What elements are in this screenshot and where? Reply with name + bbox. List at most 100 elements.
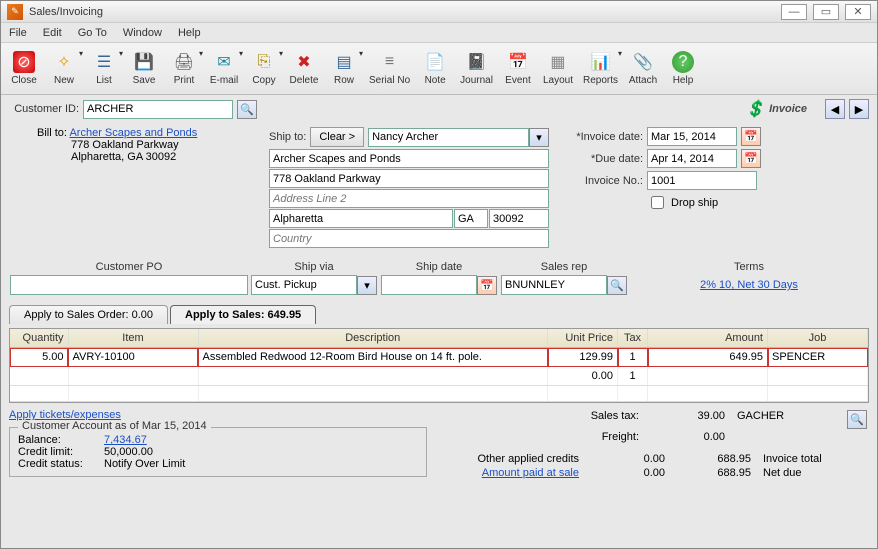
- toolbar-attach[interactable]: 📎Attach: [624, 45, 662, 93]
- credit-status-label: Credit status:: [18, 458, 98, 470]
- table-row[interactable]: 5.00 AVRY-10100 Assembled Redwood 12-Roo…: [10, 348, 868, 367]
- sales-rep-input[interactable]: [501, 275, 607, 295]
- ship-to-city-input[interactable]: [269, 209, 453, 228]
- ship-date-calendar-button[interactable]: 📅: [477, 276, 497, 295]
- row-icon: ▤: [333, 51, 355, 73]
- next-record-button[interactable]: ▶: [849, 99, 869, 119]
- sales-tax-lookup-button[interactable]: 🔍: [847, 410, 867, 429]
- invoice-no-input[interactable]: [647, 171, 757, 190]
- menubar: File Edit Go To Window Help: [1, 23, 877, 43]
- ship-to-company-input[interactable]: [269, 149, 549, 168]
- sales-rep-lookup-button[interactable]: 🔍: [607, 276, 627, 295]
- invoice-date-input[interactable]: [647, 127, 737, 146]
- menu-window[interactable]: Window: [123, 27, 162, 39]
- menu-help[interactable]: Help: [178, 27, 201, 39]
- customer-id-input[interactable]: [83, 100, 233, 119]
- ship-to-zip-input[interactable]: [489, 209, 549, 228]
- table-row[interactable]: 0.00 1: [10, 367, 868, 386]
- customer-id-label: Customer ID:: [9, 103, 79, 115]
- col-item[interactable]: Item: [68, 329, 198, 348]
- tab-apply-sales-order[interactable]: Apply to Sales Order: 0.00: [9, 305, 168, 324]
- ship-date-input[interactable]: [381, 275, 477, 295]
- menu-goto[interactable]: Go To: [78, 27, 107, 39]
- search-icon: 🔍: [240, 103, 254, 116]
- toolbar: ⊘Close ✧New▾ ☰List▾ 💾Save 🖨Print▾ ✉E-mai…: [1, 43, 877, 95]
- search-icon: 🔍: [610, 279, 624, 292]
- customer-po-input[interactable]: [10, 275, 248, 295]
- ship-to-dropdown-button[interactable]: ▾: [529, 128, 549, 147]
- maximize-button[interactable]: ▭: [813, 4, 839, 20]
- toolbar-note[interactable]: 📄Note: [416, 45, 454, 93]
- due-date-calendar-button[interactable]: 📅: [741, 149, 761, 168]
- col-description[interactable]: Description: [198, 329, 548, 348]
- toolbar-journal[interactable]: 📓Journal: [456, 45, 497, 93]
- menu-file[interactable]: File: [9, 27, 27, 39]
- save-icon: 💾: [133, 51, 155, 73]
- credit-limit-label: Credit limit:: [18, 446, 98, 458]
- col-quantity[interactable]: Quantity: [10, 329, 68, 348]
- col-unit-price[interactable]: Unit Price: [548, 329, 618, 348]
- close-window-button[interactable]: ✕: [845, 4, 871, 20]
- ship-to-country-input[interactable]: [269, 229, 549, 248]
- toolbar-reports[interactable]: 📊Reports▾: [579, 45, 622, 93]
- toolbar-save[interactable]: 💾Save: [125, 45, 163, 93]
- toolbar-close[interactable]: ⊘Close: [5, 45, 43, 93]
- minimize-button[interactable]: —: [781, 4, 807, 20]
- customer-po-header: Customer PO: [96, 261, 163, 273]
- due-date-input[interactable]: [647, 149, 737, 168]
- col-amount[interactable]: Amount: [648, 329, 768, 348]
- toolbar-layout[interactable]: ▦Layout: [539, 45, 577, 93]
- freight-label: Freight:: [499, 431, 639, 443]
- col-tax[interactable]: Tax: [618, 329, 648, 348]
- toolbar-event[interactable]: 📅Event: [499, 45, 537, 93]
- toolbar-print[interactable]: 🖨Print▾: [165, 45, 203, 93]
- ship-to-addr2-input[interactable]: [269, 189, 549, 208]
- ship-to-state-input[interactable]: [454, 209, 488, 228]
- customer-lookup-button[interactable]: 🔍: [237, 100, 257, 119]
- toolbar-list[interactable]: ☰List▾: [85, 45, 123, 93]
- triangle-right-icon: ▶: [855, 103, 863, 116]
- toolbar-new[interactable]: ✧New▾: [45, 45, 83, 93]
- credit-limit-value: 50,000.00: [104, 446, 153, 458]
- drop-ship-checkbox[interactable]: [651, 196, 664, 209]
- col-job[interactable]: Job: [768, 329, 868, 348]
- terms-link[interactable]: 2% 10, Net 30 Days: [700, 279, 798, 291]
- toolbar-row[interactable]: ▤Row▾: [325, 45, 363, 93]
- ship-to-addr1-input[interactable]: [269, 169, 549, 188]
- prev-record-button[interactable]: ◀: [825, 99, 845, 119]
- event-icon: 📅: [507, 51, 529, 73]
- other-credits-label: Other applied credits: [439, 453, 579, 465]
- journal-icon: 📓: [466, 51, 488, 73]
- bill-to-name-link[interactable]: Archer Scapes and Ponds: [69, 127, 197, 139]
- ship-via-dropdown-button[interactable]: ▾: [357, 276, 377, 295]
- freight-value[interactable]: 0.00: [645, 431, 725, 443]
- toolbar-email[interactable]: ✉E-mail▾: [205, 45, 243, 93]
- toolbar-delete[interactable]: ✖Delete: [285, 45, 323, 93]
- clear-button[interactable]: Clear >: [310, 127, 364, 147]
- chevron-down-icon: ▾: [618, 49, 622, 58]
- toolbar-copy[interactable]: ⎘Copy▾: [245, 45, 283, 93]
- ship-via-input[interactable]: [251, 275, 357, 295]
- account-legend: Customer Account as of Mar 15, 2014: [18, 420, 211, 432]
- menu-edit[interactable]: Edit: [43, 27, 62, 39]
- calendar-icon: 📅: [480, 279, 494, 292]
- sales-tax-job[interactable]: GACHER: [731, 410, 841, 429]
- other-credits-value: 0.00: [585, 453, 665, 465]
- toolbar-serial[interactable]: ≡Serial No: [365, 45, 414, 93]
- calendar-icon: 📅: [744, 152, 758, 165]
- triangle-left-icon: ◀: [831, 103, 839, 116]
- sales-invoicing-window: ✎ Sales/Invoicing — ▭ ✕ File Edit Go To …: [0, 0, 878, 549]
- money-icon: 💲: [745, 99, 765, 119]
- balance-link[interactable]: 7,434.67: [104, 434, 147, 446]
- new-icon: ✧: [53, 51, 75, 73]
- sales-tax-label: Sales tax:: [499, 410, 639, 429]
- toolbar-help[interactable]: ?Help: [664, 45, 702, 93]
- tab-apply-sales[interactable]: Apply to Sales: 649.95: [170, 305, 316, 324]
- amount-paid-link[interactable]: Amount paid at sale: [439, 467, 579, 479]
- chevron-down-icon: ▾: [364, 279, 370, 292]
- table-row[interactable]: [10, 386, 868, 402]
- invoice-date-calendar-button[interactable]: 📅: [741, 127, 761, 146]
- list-icon: ☰: [93, 51, 115, 73]
- ship-to-name-input[interactable]: [368, 128, 529, 147]
- customer-account-box: Customer Account as of Mar 15, 2014 Bala…: [9, 427, 427, 477]
